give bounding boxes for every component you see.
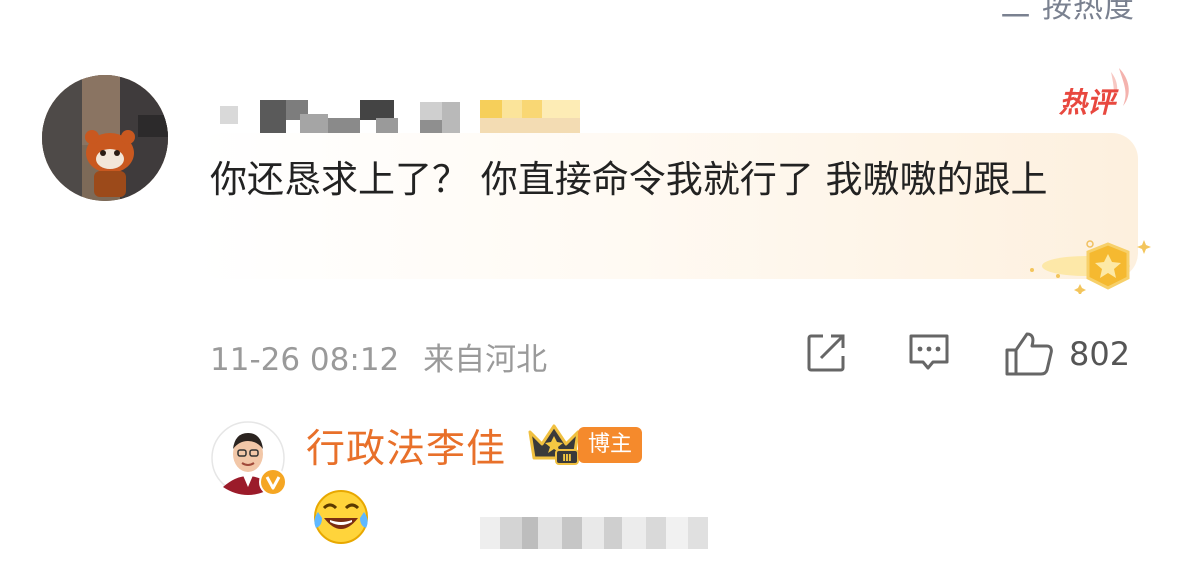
hot-comment-badge: 热评 (1058, 68, 1129, 119)
timestamp: 11-26 08:12 (210, 342, 400, 378)
comment-text: 你还恳求上了？ 你直接命令我就行了 我嗷嗷的跟上 (210, 158, 1048, 201)
blogger-role-badge: 博主 (578, 427, 643, 463)
crown-icon: Ⅲ (528, 424, 580, 465)
comment-meta: 11-26 08:12 来自河北 (210, 334, 547, 379)
commenter-avatar[interactable] (42, 75, 168, 201)
thumbs-up-icon (1005, 332, 1053, 376)
location: 来自河北 (423, 342, 548, 378)
reply-text-pixelated (480, 517, 708, 549)
blogger-name[interactable]: 行政法李佳 (306, 418, 506, 474)
like-button[interactable]: 802 (1003, 330, 1130, 378)
comment-icon (909, 334, 949, 370)
star-medal-icon (1030, 240, 1151, 294)
crown-level: Ⅲ (562, 453, 571, 464)
red-panda-avatar-image (42, 75, 168, 201)
reply-button[interactable] (906, 330, 952, 380)
verified-v-icon (259, 468, 287, 496)
sort-by-hot-toggle[interactable]: 二 按热度 (1000, 0, 1135, 26)
like-count: 802 (1069, 335, 1131, 373)
share-icon (807, 334, 845, 372)
laughing-tears-emoji (314, 490, 368, 544)
share-button[interactable] (803, 330, 849, 380)
hot-badge-label: 热评 (1058, 86, 1119, 119)
